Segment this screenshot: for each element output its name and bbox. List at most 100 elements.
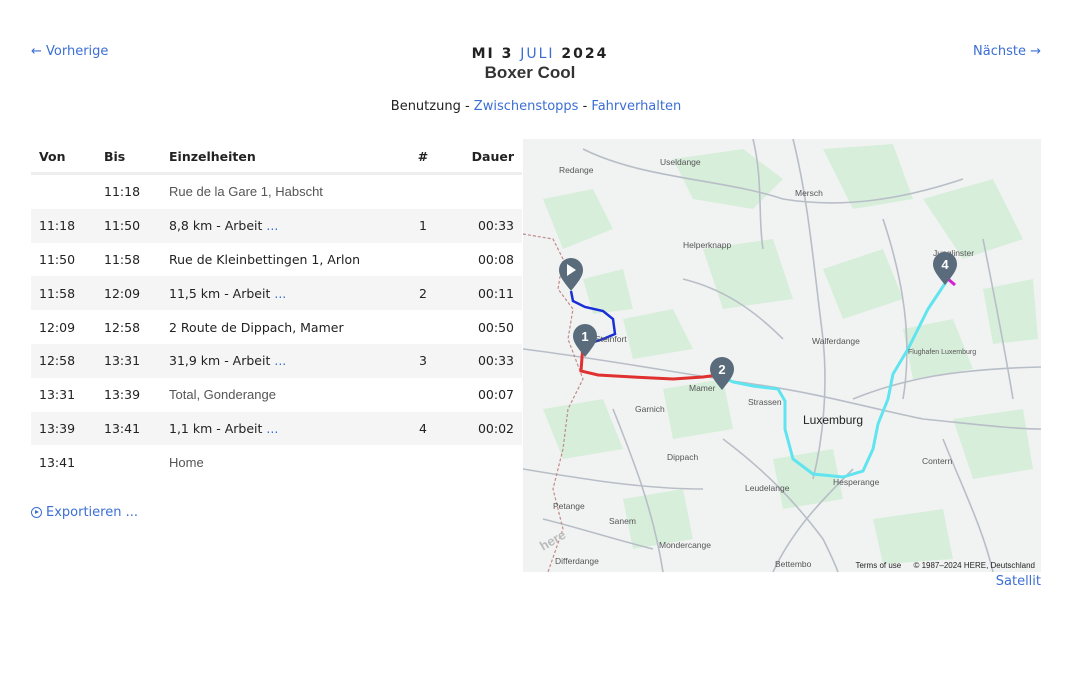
- cell-number: [400, 310, 446, 344]
- cell-duration: 00:08: [477, 251, 514, 267]
- route-map[interactable]: Useldange Redange Mersch Helperknapp Jun…: [523, 139, 1041, 572]
- date-weekday-day: MI 3: [471, 46, 514, 62]
- table-row: 12:09 12:58 2 Route de Dippach, Mamer 00…: [31, 310, 522, 344]
- address-text: Rue de la Gare 1, Habscht: [169, 184, 323, 200]
- cell-details: Rue de Kleinbettingen 1, Arlon: [169, 251, 361, 267]
- header-to: Bis: [96, 140, 161, 175]
- tab-usage: Benutzung: [390, 99, 461, 114]
- play-circle-icon: [31, 507, 42, 518]
- cell-duration: [446, 445, 522, 479]
- header-from: Von: [31, 140, 96, 175]
- map-label: Mondercange: [659, 540, 711, 550]
- cell-from: 11:50: [39, 251, 76, 267]
- vehicle-name: Boxer Cool: [484, 63, 576, 82]
- map-label: Flughafen Luxemburg: [908, 349, 976, 356]
- terms-of-use-link[interactable]: Terms of use: [855, 561, 901, 570]
- map-label: Walferdange: [812, 336, 860, 346]
- cell-duration: [446, 174, 522, 209]
- tab-driving-behaviour[interactable]: Fahrverhalten: [591, 99, 681, 114]
- map-label: Mamer: [689, 383, 716, 393]
- address-text: Total, Gonderange: [169, 387, 276, 403]
- cell-details: 2 Route de Dippach, Mamer: [169, 319, 344, 335]
- marker-label: 4: [941, 257, 949, 272]
- map-label: Helperknapp: [683, 240, 731, 250]
- trip-more-link[interactable]: ...: [266, 218, 278, 233]
- trip-table: Von Bis Einzelheiten # Dauer 11:18 Rue d…: [31, 140, 522, 479]
- map-label: Petange: [553, 501, 585, 511]
- trip-summary: 31,9 km - Arbeit: [169, 353, 271, 369]
- cell-from: 13:31: [39, 387, 76, 403]
- cell-to: 13:31: [96, 343, 161, 378]
- header-details: Einzelheiten: [161, 140, 400, 175]
- cell-duration: 00:07: [477, 387, 514, 403]
- date-title: MI 3 JULI 2024: [0, 46, 1080, 62]
- trip-more-link[interactable]: ...: [266, 421, 278, 436]
- cell-from: [31, 174, 96, 209]
- cell-duration: 00:50: [477, 319, 514, 335]
- cell-duration: 00:02: [446, 411, 522, 446]
- satellite-toggle[interactable]: Satellit: [996, 574, 1041, 589]
- cell-duration: 00:33: [446, 343, 522, 378]
- table-row: 11:18 Rue de la Gare 1, Habscht: [31, 174, 522, 209]
- trip-more-link[interactable]: ...: [274, 286, 286, 301]
- map-marker[interactable]: 1: [573, 324, 597, 357]
- start-marker[interactable]: [559, 258, 583, 291]
- cell-to: 13:41: [96, 411, 161, 446]
- table-row: 13:31 13:39 Total, Gonderange 00:07: [31, 378, 522, 412]
- header-duration: Dauer: [446, 140, 522, 175]
- date-month[interactable]: JULI: [520, 46, 554, 62]
- table-row: 11:58 12:09 11,5 km - Arbeit ... 2 00:11: [31, 276, 522, 311]
- map-label: Garnich: [635, 404, 665, 414]
- cell-to: [96, 445, 161, 479]
- cell-number: 3: [400, 343, 446, 378]
- cell-details: 1,1 km - Arbeit ...: [161, 411, 400, 446]
- cell-number: [400, 378, 446, 412]
- map-label: Contern: [922, 456, 953, 466]
- cell-details: 8,8 km - Arbeit ...: [161, 208, 400, 243]
- tab-stops[interactable]: Zwischenstopps: [474, 99, 579, 114]
- cell-details: Rue de la Gare 1, Habscht: [161, 174, 400, 209]
- table-row: 11:50 11:58 Rue de Kleinbettingen 1, Arl…: [31, 243, 522, 277]
- map-label: Dippach: [667, 452, 698, 462]
- cell-to: 11:18: [104, 184, 141, 200]
- map-label: Sanem: [609, 516, 636, 526]
- map-label: Mersch: [795, 188, 823, 198]
- cell-details: Home: [161, 445, 400, 479]
- cell-to: 11:58: [104, 251, 141, 267]
- map-copyright: © 1987–2024 HERE, Deutschland: [913, 561, 1035, 570]
- map-label: Bettembo: [775, 559, 812, 569]
- map-footer: Terms of use © 1987–2024 HERE, Deutschla…: [845, 561, 1035, 570]
- route-leg-4: [947, 277, 956, 287]
- cell-number: [400, 243, 446, 277]
- map-label: Redange: [559, 165, 594, 175]
- cell-to: 13:39: [104, 387, 141, 403]
- map-canvas[interactable]: Useldange Redange Mersch Helperknapp Jun…: [523, 139, 1041, 572]
- cell-number: 2: [400, 276, 446, 311]
- trip-summary: 8,8 km - Arbeit: [169, 218, 263, 234]
- map-label-city: Luxemburg: [803, 413, 863, 427]
- cell-duration: 00:11: [446, 276, 522, 311]
- tab-separator: -: [578, 99, 592, 114]
- address-text: Home: [169, 454, 204, 470]
- cell-number: 4: [400, 411, 446, 446]
- map-label: Leudelange: [745, 483, 790, 493]
- tab-separator: -: [460, 99, 474, 114]
- map-label: Differdange: [555, 556, 599, 566]
- cell-from: 13:39: [31, 411, 96, 446]
- cell-details: Total, Gonderange: [161, 378, 400, 412]
- cell-to: 12:58: [104, 319, 141, 335]
- cell-from: 12:09: [39, 319, 76, 335]
- table-row: 13:41 Home: [31, 445, 522, 479]
- export-button[interactable]: Exportieren ...: [31, 505, 138, 520]
- map-label: Strassen: [748, 397, 782, 407]
- trip-summary: 11,5 km - Arbeit: [169, 285, 271, 301]
- view-tabs: Benutzung - Zwischenstopps - Fahrverhalt…: [0, 99, 1072, 114]
- trip-more-link[interactable]: ...: [274, 353, 286, 368]
- here-logo: here: [537, 527, 568, 554]
- cell-duration: 00:33: [446, 208, 522, 243]
- cell-from: 11:18: [31, 208, 96, 243]
- table-row: 11:18 11:50 8,8 km - Arbeit ... 1 00:33: [31, 208, 522, 243]
- cell-from: 12:58: [31, 343, 96, 378]
- cell-number: [400, 445, 446, 479]
- map-marker[interactable]: 4: [933, 252, 957, 285]
